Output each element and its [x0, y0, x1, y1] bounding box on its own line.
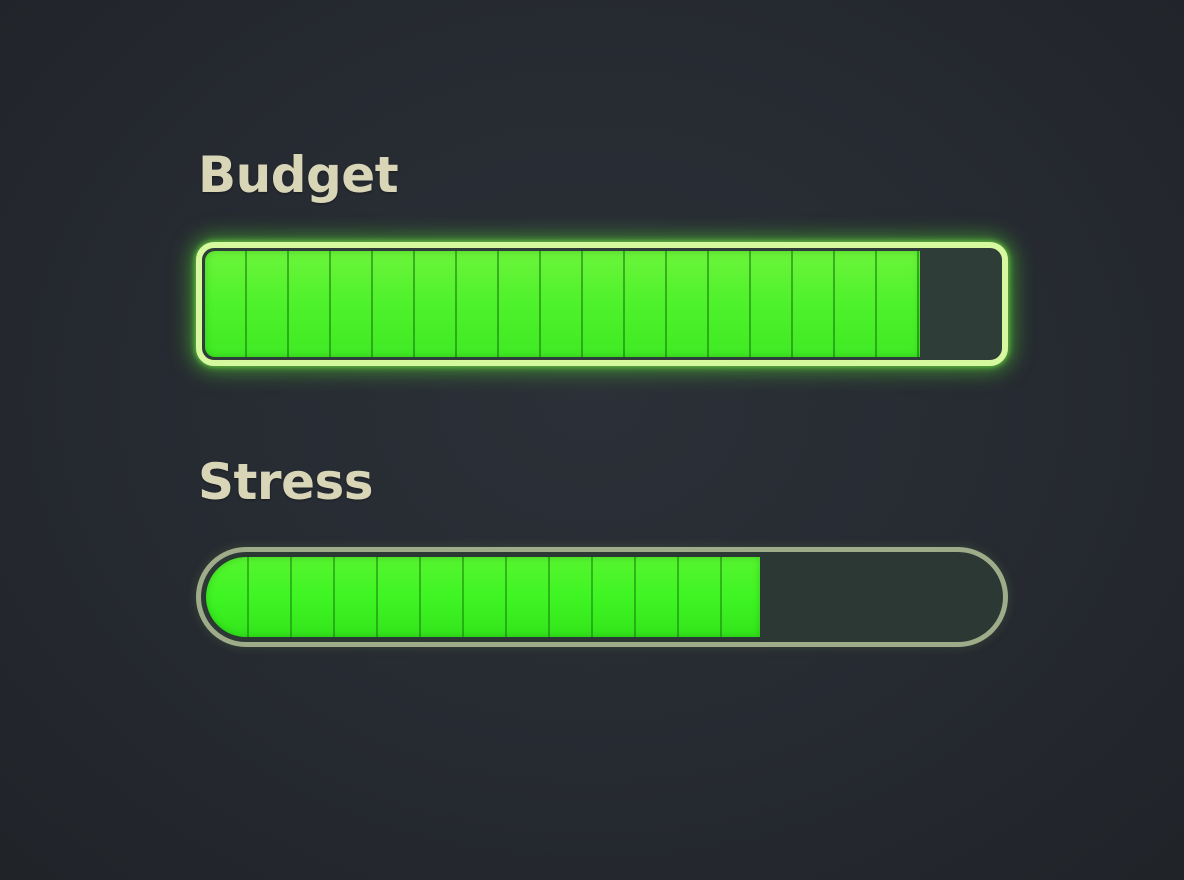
- stress-meter-fill: [206, 557, 760, 637]
- budget-meter-fill: [205, 251, 920, 357]
- stress-meter: [196, 547, 1008, 647]
- stress-label: Stress: [198, 453, 374, 511]
- budget-meter: [196, 242, 1008, 366]
- budget-label: Budget: [198, 146, 399, 204]
